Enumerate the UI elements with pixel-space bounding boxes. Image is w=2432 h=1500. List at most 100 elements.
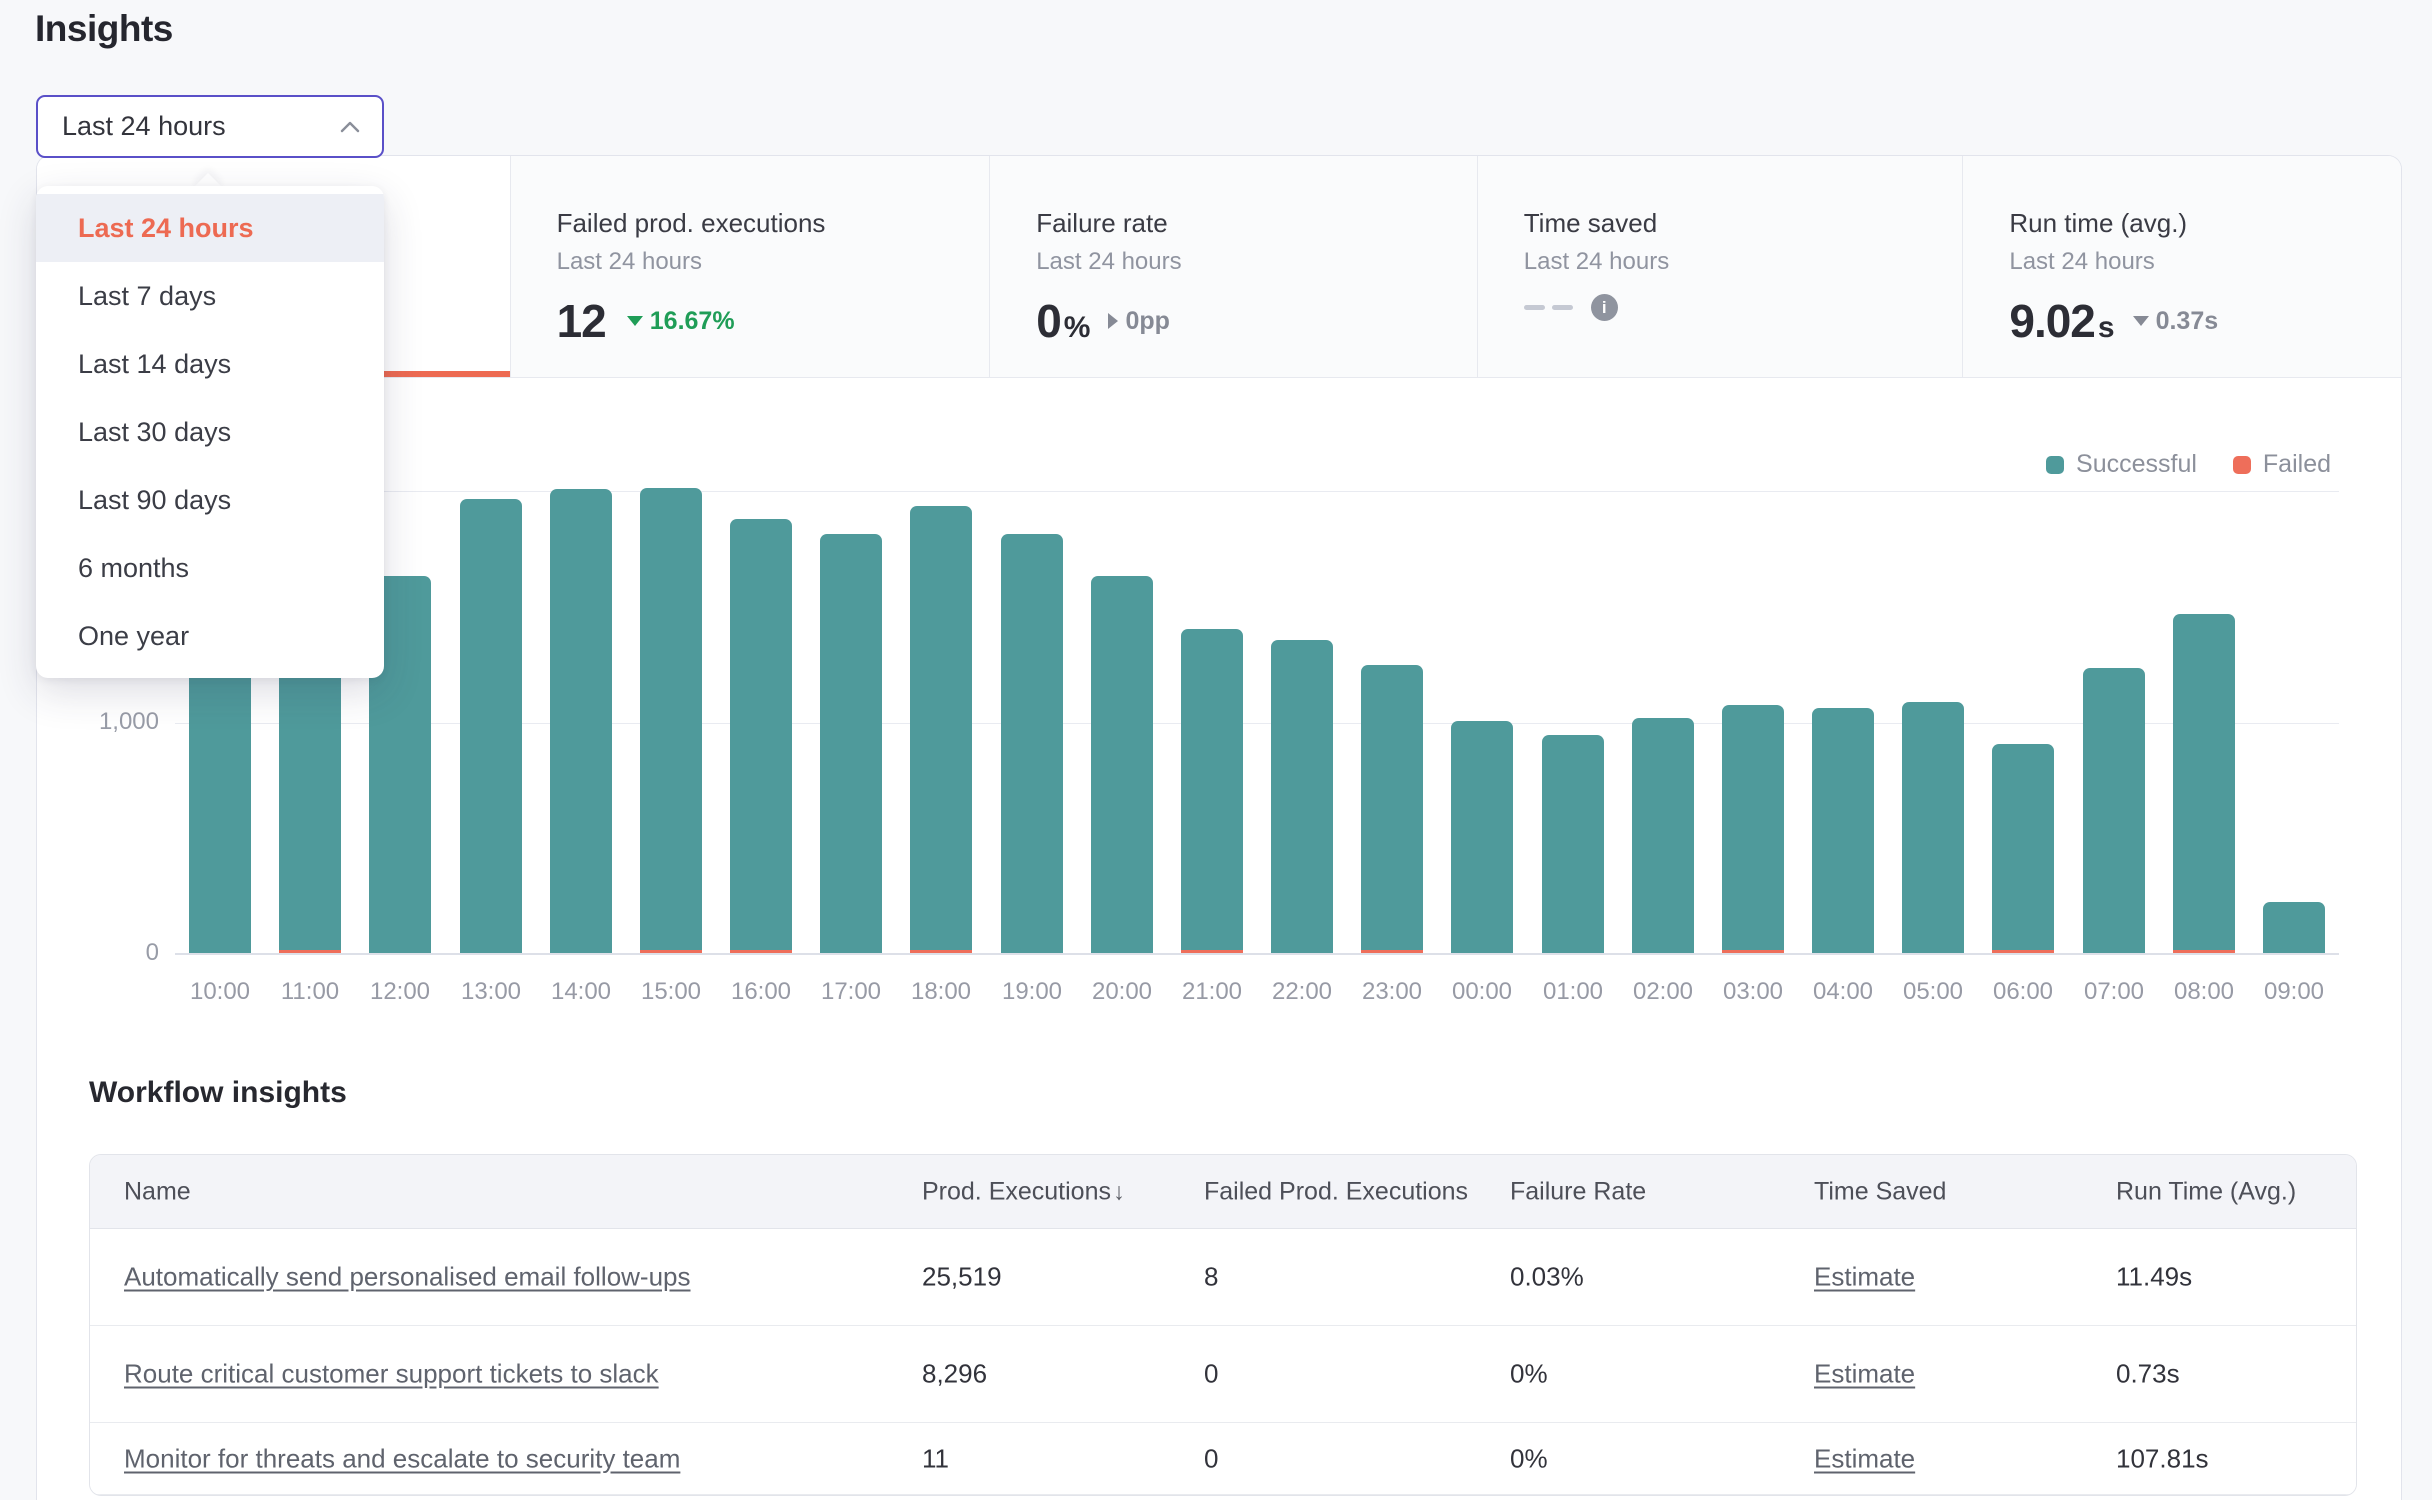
column-header-name[interactable]: Name — [124, 1177, 191, 1206]
bar-successful-segment — [2083, 668, 2145, 953]
bar-09:00 — [2263, 902, 2325, 953]
metric-value: 0% — [1036, 294, 1090, 348]
x-tick-label: 19:00 — [982, 978, 1082, 1006]
legend-item-successful[interactable]: Successful — [2046, 450, 2197, 479]
bar-successful-segment — [1902, 702, 1964, 953]
bar-14:00 — [550, 489, 612, 953]
bar-16:00 — [730, 519, 792, 953]
metric-value: 9.02s — [2009, 294, 2114, 348]
time-saved-estimate-link[interactable]: Estimate — [1814, 1262, 1915, 1292]
time-range-option[interactable]: Last 30 days — [36, 398, 384, 466]
bar-successful-segment — [640, 488, 702, 950]
x-tick-label: 18:00 — [891, 978, 991, 1006]
bar-23:00 — [1361, 665, 1423, 953]
chart-gridline — [175, 491, 2339, 492]
time-saved-estimate-link[interactable]: Estimate — [1814, 1443, 1915, 1473]
y-tick-label: 0 — [39, 939, 159, 967]
triangle-down-icon — [2133, 316, 2149, 326]
metric-card-failure-rate[interactable]: Failure rate Last 24 hours 0% 0pp — [990, 156, 1478, 377]
metric-delta: 0.37s — [2133, 307, 2219, 336]
legend-swatch-icon — [2046, 456, 2064, 474]
time-range-option[interactable]: Last 24 hours — [36, 194, 384, 262]
bar-failed-segment — [1361, 950, 1423, 953]
x-tick-label: 23:00 — [1342, 978, 1442, 1006]
time-range-select[interactable]: Last 24 hours — [36, 95, 384, 158]
column-header-prod-executions[interactable]: Prod. Executions↓ — [922, 1177, 1125, 1206]
bar-failed-segment — [640, 950, 702, 953]
bar-successful-segment — [730, 519, 792, 950]
workflow-name-link[interactable]: Monitor for threats and escalate to secu… — [124, 1443, 680, 1473]
bar-successful-segment — [1361, 665, 1423, 950]
chart-legend: Successful Failed — [2046, 450, 2331, 479]
bar-failed-segment — [279, 950, 341, 953]
run-time-value: 0.73s — [2116, 1359, 2180, 1389]
time-range-option[interactable]: Last 90 days — [36, 466, 384, 534]
bar-successful-segment — [1271, 640, 1333, 953]
metric-empty-value — [1524, 305, 1573, 310]
insights-page: Insights Failed prod. executionsLast 24 … — [0, 0, 2432, 1500]
prod-executions-value: 11 — [922, 1443, 949, 1473]
chart-x-axis: 10:0011:0012:0013:0014:0015:0016:0017:00… — [175, 978, 2339, 1010]
bar-19:00 — [1001, 534, 1063, 953]
bar-successful-segment — [1722, 705, 1784, 950]
metric-subtitle: Last 24 hours — [557, 248, 960, 276]
metric-title: Time saved — [1524, 208, 1933, 239]
bar-01:00 — [1542, 735, 1604, 953]
bar-07:00 — [2083, 668, 2145, 953]
x-tick-label: 10:00 — [170, 978, 270, 1006]
metric-subtitle: Last 24 hours — [1036, 248, 1447, 276]
column-header-failed-prod-executions[interactable]: Failed Prod. Executions — [1204, 1177, 1468, 1206]
bar-15:00 — [640, 488, 702, 953]
time-range-option[interactable]: One year — [36, 602, 384, 670]
bar-22:00 — [1271, 640, 1333, 953]
table-row: Monitor for threats and escalate to secu… — [90, 1423, 2356, 1495]
metric-card-run-time-avg[interactable]: Run time (avg.)Last 24 hours9.02s0.37s — [1963, 156, 2401, 377]
metric-delta: 16.67% — [627, 307, 735, 336]
metric-card-failed-prod-executions[interactable]: Failed prod. executionsLast 24 hours1216… — [511, 156, 991, 377]
bar-successful-segment — [1451, 721, 1513, 953]
insights-panel: Failed prod. executionsLast 24 hours1216… — [36, 155, 2402, 1500]
legend-label: Successful — [2076, 450, 2197, 479]
x-tick-label: 17:00 — [801, 978, 901, 1006]
x-tick-label: 02:00 — [1613, 978, 1713, 1006]
bar-17:00 — [820, 534, 882, 953]
failure-rate-value: 0% — [1510, 1443, 1548, 1473]
time-range-selected-label: Last 24 hours — [62, 111, 226, 142]
info-icon[interactable]: i — [1591, 294, 1618, 321]
bar-successful-segment — [1812, 708, 1874, 953]
chevron-up-icon — [340, 121, 360, 133]
workflow-name-link[interactable]: Route critical customer support tickets … — [124, 1359, 659, 1389]
bar-08:00 — [2173, 614, 2235, 953]
metric-card-time-saved[interactable]: Time savedLast 24 hoursi — [1478, 156, 1964, 377]
bar-05:00 — [1902, 702, 1964, 953]
metric-title: Failed prod. executions — [557, 208, 960, 239]
bar-failed-segment — [1722, 950, 1784, 953]
workflow-insights-table: Name Prod. Executions↓ Failed Prod. Execut… — [89, 1154, 2357, 1496]
column-header-run-time-avg-[interactable]: Run Time (Avg.) — [2116, 1177, 2296, 1206]
time-range-option[interactable]: Last 7 days — [36, 262, 384, 330]
failed-prod-executions-value: 8 — [1204, 1262, 1218, 1292]
column-header-time-saved[interactable]: Time Saved — [1814, 1177, 1946, 1206]
metric-delta: 0pp — [1108, 307, 1169, 336]
legend-item-failed[interactable]: Failed — [2233, 450, 2331, 479]
x-tick-label: 13:00 — [441, 978, 541, 1006]
time-saved-estimate-link[interactable]: Estimate — [1814, 1359, 1915, 1389]
table-header-row: Name Prod. Executions↓ Failed Prod. Execut… — [90, 1155, 2356, 1229]
x-tick-label: 14:00 — [531, 978, 631, 1006]
workflow-name-link[interactable]: Automatically send personalised email fo… — [124, 1262, 691, 1292]
column-header-failure-rate[interactable]: Failure Rate — [1510, 1177, 1646, 1206]
x-tick-label: 15:00 — [621, 978, 721, 1006]
metric-title: Run time (avg.) — [2009, 208, 2371, 239]
bar-failed-segment — [730, 950, 792, 953]
bar-00:00 — [1451, 721, 1513, 953]
bar-successful-segment — [1091, 576, 1153, 953]
time-range-option[interactable]: Last 14 days — [36, 330, 384, 398]
x-tick-label: 00:00 — [1432, 978, 1532, 1006]
executions-bar-chart — [175, 378, 2339, 955]
failure-rate-value: 0% — [1510, 1359, 1548, 1389]
bar-failed-segment — [1992, 950, 2054, 953]
metric-title: Failure rate — [1036, 208, 1447, 239]
time-range-option[interactable]: 6 months — [36, 534, 384, 602]
bar-failed-segment — [2173, 950, 2235, 953]
x-tick-label: 05:00 — [1883, 978, 1983, 1006]
